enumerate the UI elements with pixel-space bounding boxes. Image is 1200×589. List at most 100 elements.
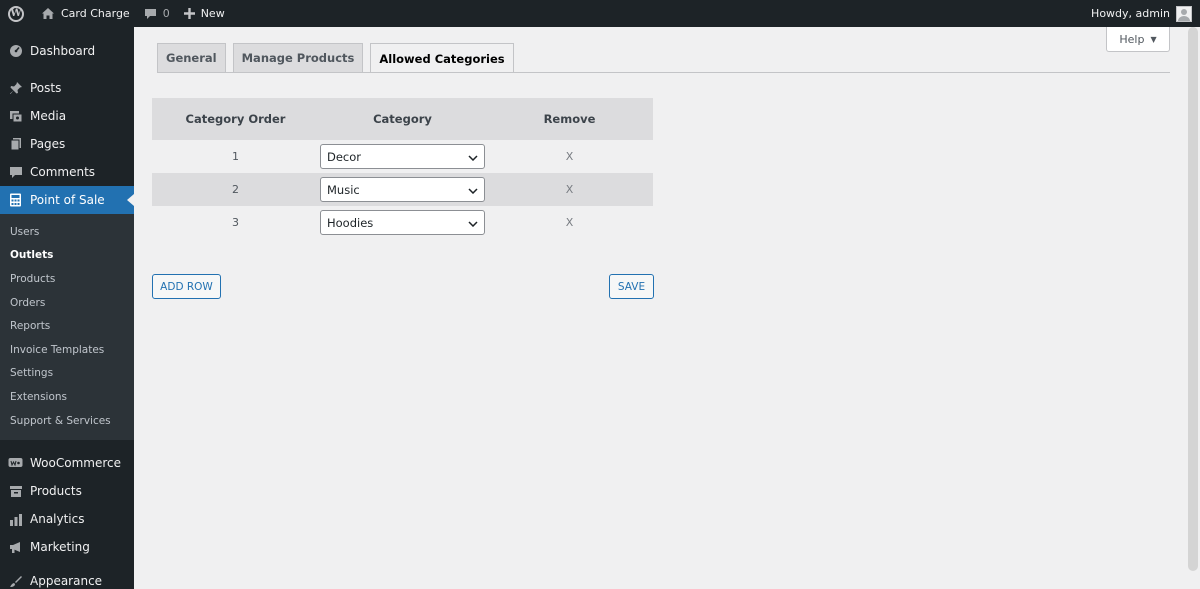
category-order-cell: 3: [232, 216, 239, 229]
comment-bubble-icon: [144, 8, 157, 20]
menu-marketing-label: Marketing: [30, 540, 90, 555]
header-category-order: Category Order: [185, 112, 286, 126]
category-order-cell: 2: [232, 183, 239, 196]
new-content-menu[interactable]: New: [177, 0, 232, 27]
remove-row-button[interactable]: X: [566, 216, 574, 229]
remove-cell: X: [486, 150, 653, 163]
menu-products-label: Products: [30, 484, 82, 499]
remove-cell: X: [486, 183, 653, 196]
dashboard-icon: [8, 44, 23, 59]
comments-menu[interactable]: 0: [137, 0, 177, 27]
remove-row-button[interactable]: X: [566, 183, 574, 196]
menu-analytics[interactable]: Analytics: [0, 505, 134, 533]
add-row-button[interactable]: ADD ROW: [152, 274, 221, 299]
avatar: [1176, 5, 1192, 22]
menu-dashboard-label: Dashboard: [30, 44, 96, 58]
calculator-icon: [8, 193, 23, 208]
menu-products[interactable]: Products: [0, 477, 134, 505]
menu-appearance[interactable]: Appearance: [0, 567, 134, 589]
submenu-support-services[interactable]: Support & Services: [0, 409, 134, 433]
triangle-down-icon: ▼: [1150, 34, 1157, 44]
pages-icon: [8, 137, 23, 152]
submenu-outlets[interactable]: Outlets: [0, 244, 134, 268]
submenu-settings[interactable]: Settings: [0, 362, 134, 386]
category-cell: Music: [319, 177, 486, 202]
tab-general[interactable]: General: [157, 43, 226, 72]
menu-comments[interactable]: Comments: [0, 158, 134, 186]
scrollbar-thumb[interactable]: [1188, 27, 1198, 571]
site-name-menu[interactable]: Card Charge: [34, 0, 137, 27]
category-order-cell: 1: [232, 150, 239, 163]
archive-icon: [8, 484, 23, 499]
menu-dashboard[interactable]: Dashboard: [0, 37, 134, 65]
woo-icon: [8, 456, 23, 471]
new-label: New: [200, 7, 225, 20]
tab-allowed-categories[interactable]: Allowed Categories: [370, 43, 514, 73]
menu-marketing[interactable]: Marketing: [0, 533, 134, 561]
submenu-products[interactable]: Products: [0, 267, 134, 291]
comments-count: 0: [162, 7, 170, 20]
menu-pages-label: Pages: [30, 137, 66, 151]
allowed-categories-table: Category Order Category Remove 1 Decor X…: [152, 98, 653, 239]
help-label: Help: [1119, 32, 1145, 46]
menu-point-of-sale[interactable]: Point of Sale: [0, 186, 134, 214]
category-cell: Decor: [319, 144, 486, 169]
menu-appearance-label: Appearance: [30, 574, 103, 589]
megaphone-icon: [8, 540, 23, 555]
header-remove: Remove: [543, 112, 596, 126]
menu-media[interactable]: Media: [0, 102, 134, 130]
help-button[interactable]: Help ▼: [1106, 27, 1170, 52]
main-content: Help ▼ General Manage Products Allowed C…: [134, 27, 1200, 589]
header-category: Category: [373, 112, 432, 126]
wordpress-logo-icon: W: [8, 5, 24, 22]
tab-divider: [157, 72, 1170, 73]
menu-point-of-sale-label: Point of Sale: [30, 193, 105, 207]
chevron-down-icon: [468, 216, 478, 230]
category-select[interactable]: Music: [320, 177, 485, 202]
category-cell: Hoodies: [319, 210, 486, 235]
pin-icon: [8, 81, 23, 96]
site-name: Card Charge: [61, 7, 130, 20]
plus-icon: [183, 8, 195, 19]
save-button[interactable]: SAVE: [609, 274, 654, 299]
chart-bar-icon: [8, 512, 23, 527]
chevron-down-icon: [468, 150, 478, 164]
menu-posts-label: Posts: [30, 81, 62, 95]
remove-cell: X: [486, 216, 653, 229]
wp-logo-menu[interactable]: W: [0, 0, 34, 27]
table-row: 3 Hoodies X: [152, 206, 653, 239]
menu-media-label: Media: [30, 109, 67, 123]
comment-icon: [8, 165, 23, 180]
chevron-down-icon: [468, 183, 478, 197]
submenu-invoice-templates[interactable]: Invoice Templates: [0, 338, 134, 362]
category-select[interactable]: Decor: [320, 144, 485, 169]
menu-pages[interactable]: Pages: [0, 130, 134, 158]
home-icon: [41, 7, 55, 20]
submenu-orders[interactable]: Orders: [0, 291, 134, 315]
settings-tabs: General Manage Products Allowed Categori…: [157, 43, 514, 73]
submenu-reports[interactable]: Reports: [0, 314, 134, 338]
table-row: 2 Music X: [152, 173, 653, 206]
table-row: 1 Decor X: [152, 140, 653, 173]
table-header: Category Order Category Remove: [152, 98, 653, 140]
admin-sidebar: Dashboard Posts Media Pages Comments Poi…: [0, 27, 134, 589]
menu-woocommerce-label: WooCommerce: [30, 456, 121, 471]
submenu-extensions[interactable]: Extensions: [0, 385, 134, 409]
menu-posts[interactable]: Posts: [0, 74, 134, 102]
remove-row-button[interactable]: X: [566, 150, 574, 163]
category-select-value: Decor: [327, 149, 362, 164]
submenu-users[interactable]: Users: [0, 220, 134, 244]
howdy-text: Howdy, admin: [1091, 7, 1170, 20]
my-account-menu[interactable]: Howdy, admin: [1084, 0, 1200, 27]
brush-icon: [8, 574, 23, 589]
menu-analytics-label: Analytics: [30, 512, 85, 527]
tab-manage-products[interactable]: Manage Products: [232, 43, 364, 72]
category-select-value: Music: [327, 182, 360, 197]
menu-comments-label: Comments: [30, 165, 96, 179]
media-icon: [8, 109, 23, 124]
admin-bar: W Card Charge 0 New Howdy, admin: [0, 0, 1200, 27]
point-of-sale-submenu: Users Outlets Products Orders Reports In…: [0, 214, 134, 441]
category-select-value: Hoodies: [327, 215, 374, 230]
menu-woocommerce[interactable]: WooCommerce: [0, 449, 134, 477]
category-select[interactable]: Hoodies: [320, 210, 485, 235]
